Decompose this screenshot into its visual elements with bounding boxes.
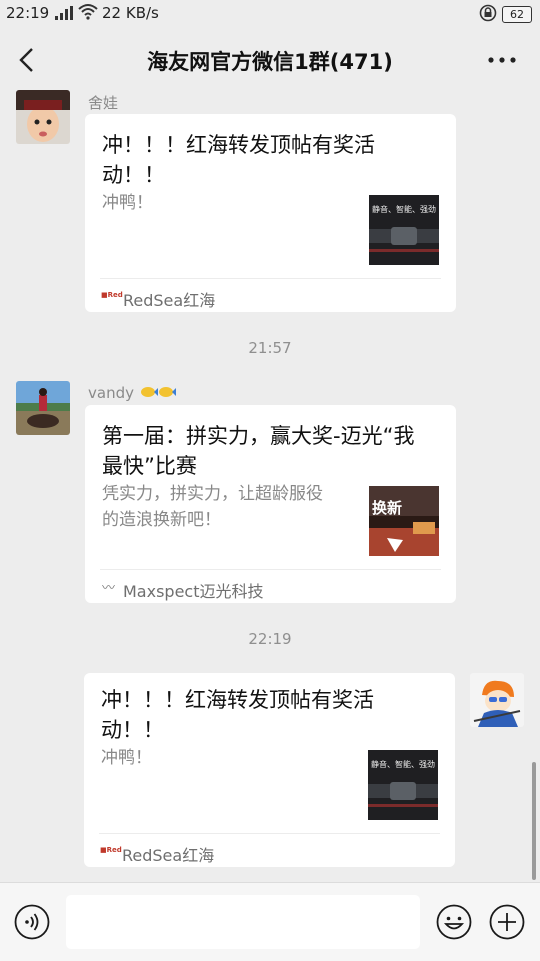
status-bar: 22:19 22 KB/s 62 bbox=[0, 0, 540, 30]
plus-icon[interactable] bbox=[489, 904, 525, 940]
card-title: 冲！！！红海转发顶帖有奖活 动！！ bbox=[102, 133, 375, 187]
voice-icon[interactable] bbox=[14, 904, 50, 940]
redsea-logo-icon: ■Red bbox=[100, 846, 122, 854]
emoji-icon[interactable] bbox=[436, 904, 472, 940]
svg-text:换新: 换新 bbox=[372, 499, 402, 517]
title-bar: 海友网官方微信1群(471) bbox=[0, 30, 540, 90]
card-title: 冲！！！红海转发顶帖有奖活 动！！ bbox=[101, 688, 374, 742]
avatar[interactable] bbox=[470, 673, 524, 727]
card-source: RedSea红海 bbox=[123, 291, 216, 310]
signal-icon bbox=[54, 5, 74, 25]
card-thumbnail: 换新 bbox=[369, 486, 439, 556]
card-divider bbox=[100, 569, 441, 570]
card-source: Maxspect迈光科技 bbox=[123, 582, 264, 601]
wifi-icon bbox=[78, 3, 98, 25]
message-input[interactable] bbox=[66, 895, 420, 949]
maxspect-logo-icon: 〰 bbox=[102, 581, 116, 596]
card-thumbnail: 静音、智能、强劲 bbox=[369, 195, 439, 265]
card-divider bbox=[99, 833, 440, 834]
card-thumbnail: 静音、智能、强劲 bbox=[368, 750, 438, 820]
card-title: 第一届：拼实力，赢大奖-迈光“我 最快”比赛 bbox=[102, 424, 415, 478]
more-dots-icon[interactable] bbox=[482, 46, 522, 74]
fish-emoji-icon bbox=[139, 384, 177, 402]
timestamp: 22:19 bbox=[248, 630, 292, 648]
avatar[interactable] bbox=[16, 381, 70, 435]
battery-indicator: 62 bbox=[502, 6, 532, 23]
card-description: 凭实力，拼实力，让超龄服役 的造浪换新吧！ bbox=[102, 484, 323, 530]
card-description: 冲鸭！ bbox=[102, 193, 153, 213]
scrollbar[interactable] bbox=[532, 762, 536, 880]
timestamp: 21:57 bbox=[248, 339, 292, 357]
svg-text:静音、智能、强劲: 静音、智能、强劲 bbox=[372, 204, 436, 214]
rotation-lock-icon bbox=[479, 4, 497, 26]
link-card[interactable]: 冲！！！红海转发顶帖有奖活 动！！ 冲鸭！ 静音、智能、强劲 ■Red RedS… bbox=[85, 114, 456, 312]
redsea-logo-icon: ■Red bbox=[101, 291, 123, 299]
svg-text:静音、智能、强劲: 静音、智能、强劲 bbox=[371, 759, 435, 769]
input-bar bbox=[0, 882, 540, 961]
card-source: RedSea红海 bbox=[122, 846, 215, 865]
card-description: 冲鸭！ bbox=[101, 748, 152, 768]
avatar[interactable] bbox=[16, 90, 70, 144]
sender-name: vandy bbox=[88, 384, 177, 402]
card-divider bbox=[100, 278, 441, 279]
chat-title: 海友网官方微信1群(471) bbox=[147, 50, 393, 74]
link-card[interactable]: 第一届：拼实力，赢大奖-迈光“我 最快”比赛 凭实力，拼实力，让超龄服役 的造浪… bbox=[85, 405, 456, 603]
status-time: 22:19 bbox=[6, 4, 50, 22]
link-card[interactable]: 冲！！！红海转发顶帖有奖活 动！！ 冲鸭！ 静音、智能、强劲 ■Red RedS… bbox=[84, 673, 455, 867]
sender-name: 舍娃 bbox=[88, 94, 119, 112]
network-speed: 22 KB/s bbox=[102, 4, 159, 22]
